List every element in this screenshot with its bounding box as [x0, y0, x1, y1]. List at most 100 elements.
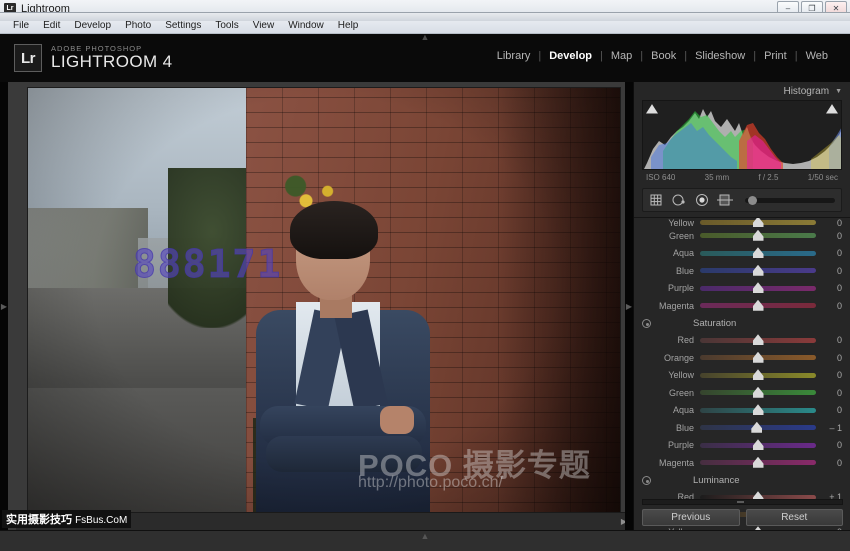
slider-row[interactable]: Green 0	[642, 384, 842, 402]
slider-knob[interactable]	[753, 282, 764, 293]
slider-row[interactable]: Blue – 1	[642, 419, 842, 437]
histogram-collapse-icon[interactable]: ▼	[835, 88, 842, 95]
slider-knob[interactable]	[753, 369, 764, 380]
photo-preview[interactable]: 888171 POCO 摄影专题 http://photo.poco.cn/	[28, 88, 620, 518]
slider-row[interactable]: Green 0	[642, 227, 842, 245]
slider-track[interactable]	[700, 303, 816, 308]
watermark-number: 888171	[133, 242, 282, 286]
slider-knob[interactable]	[753, 352, 764, 363]
photo-frame: 888171 POCO 摄影专题 http://photo.poco.cn/	[28, 88, 620, 518]
slider-row[interactable]: Yellow 0	[642, 218, 842, 227]
slider-value: 0	[816, 248, 842, 258]
histogram-graph[interactable]	[642, 100, 842, 170]
slider-value: 0	[816, 335, 842, 345]
module-slideshow[interactable]: Slideshow	[687, 50, 753, 62]
panel-scrollbar[interactable]	[642, 499, 843, 505]
slider-knob[interactable]	[753, 265, 764, 276]
slider-value: 0	[816, 440, 842, 450]
slider-label: Yellow	[642, 370, 700, 380]
module-picker: Library | Develop | Map | Book | Slidesh…	[489, 50, 836, 62]
slider-knob[interactable]	[751, 422, 762, 433]
spot-removal-icon[interactable]	[671, 193, 687, 207]
right-panel-footer: Previous Reset	[634, 499, 850, 526]
slider-value: 0	[816, 231, 842, 241]
slider-knob[interactable]	[753, 247, 764, 258]
module-library[interactable]: Library	[489, 50, 539, 62]
slider-knob[interactable]	[753, 300, 764, 311]
slider-label: Aqua	[642, 248, 700, 258]
module-print[interactable]: Print	[756, 50, 795, 62]
slider-row[interactable]: Aqua 0	[642, 245, 842, 263]
slider-knob[interactable]	[753, 439, 764, 450]
slider-row[interactable]: Aqua 0	[642, 402, 842, 420]
target-adjustment-icon[interactable]	[642, 476, 651, 485]
brush-size-knob[interactable]	[748, 196, 757, 205]
overlay-watermark-cn: 实用摄影技巧	[6, 514, 72, 526]
scrollbar-nub[interactable]	[737, 501, 744, 503]
slider-label: Magenta	[642, 301, 700, 311]
slider-track[interactable]	[700, 443, 816, 448]
slider-track[interactable]	[700, 268, 816, 273]
adjustment-brush-size-slider[interactable]	[745, 198, 835, 203]
slider-value: 0	[816, 388, 842, 398]
lightroom-badge: Lr	[14, 44, 42, 72]
slider-knob[interactable]	[753, 230, 764, 241]
slider-track[interactable]	[700, 460, 816, 465]
slider-label: Green	[642, 231, 700, 241]
slider-track[interactable]	[700, 390, 816, 395]
filmstrip-bar[interactable]: ▲	[0, 530, 850, 551]
graduated-filter-icon[interactable]	[717, 193, 733, 207]
top-panel-toggle-arrow-icon[interactable]: ▲	[421, 33, 430, 41]
slider-knob[interactable]	[753, 387, 764, 398]
slider-track[interactable]	[700, 286, 816, 291]
reset-button[interactable]: Reset	[746, 509, 844, 526]
slider-row[interactable]: Orange 0	[642, 349, 842, 367]
target-adjustment-icon[interactable]	[642, 319, 651, 328]
slider-label: Orange	[642, 353, 700, 363]
slider-label: Green	[642, 388, 700, 398]
hsl-hue-section: Yellow 0 Green 0 Aqua 0	[634, 218, 850, 315]
slider-row[interactable]: Red 0	[642, 332, 842, 350]
slider-row[interactable]: Magenta 0	[642, 454, 842, 472]
bottom-panel-toggle-arrow-icon[interactable]: ▲	[421, 532, 430, 541]
slider-track[interactable]	[700, 425, 816, 430]
slider-value: – 1	[816, 423, 842, 433]
slider-row[interactable]: Purple 0	[642, 437, 842, 455]
slider-track[interactable]	[700, 355, 816, 360]
slider-knob[interactable]	[753, 334, 764, 345]
slider-track[interactable]	[700, 408, 816, 413]
crop-overlay-icon[interactable]	[649, 193, 663, 207]
red-eye-icon[interactable]	[695, 193, 709, 207]
left-panel-toggle[interactable]: ▶	[0, 82, 8, 530]
slider-row[interactable]: Blue 0	[642, 262, 842, 280]
slider-track[interactable]	[700, 373, 816, 378]
slider-track[interactable]	[700, 220, 816, 225]
right-panel-toggle[interactable]: ▶	[625, 82, 633, 530]
slider-knob[interactable]	[753, 404, 764, 415]
histogram-title: Histogram	[783, 86, 829, 97]
slider-track[interactable]	[700, 251, 816, 256]
slider-knob[interactable]	[753, 457, 764, 468]
slider-value: 0	[816, 266, 842, 276]
module-web[interactable]: Web	[798, 50, 836, 62]
lightroom-window: Lr Lightroom – ❐ ✕ File Edit Develop Pho…	[0, 0, 850, 551]
slider-value: 0	[816, 283, 842, 293]
slider-track[interactable]	[700, 233, 816, 238]
left-panel-arrow-icon: ▶	[1, 302, 7, 311]
histogram-curve	[643, 101, 842, 170]
slider-value: 0	[816, 458, 842, 468]
slider-row[interactable]: Purple 0	[642, 280, 842, 298]
exif-aperture: f / 2.5	[758, 173, 778, 182]
exif-iso: ISO 640	[646, 173, 675, 182]
previous-button[interactable]: Previous	[642, 509, 740, 526]
slider-row[interactable]: Yellow 0	[642, 367, 842, 385]
module-develop[interactable]: Develop	[541, 50, 600, 62]
slider-track[interactable]	[700, 338, 816, 343]
histogram-header[interactable]: Histogram ▼	[634, 82, 850, 100]
slider-knob[interactable]	[753, 218, 764, 227]
image-canvas[interactable]: 888171 POCO 摄影专题 http://photo.poco.cn/ Y…	[8, 82, 625, 530]
module-book[interactable]: Book	[643, 50, 684, 62]
module-map[interactable]: Map	[603, 50, 640, 62]
overlay-watermark-en: FsBus.CoM	[75, 515, 127, 526]
slider-row[interactable]: Magenta 0	[642, 297, 842, 315]
